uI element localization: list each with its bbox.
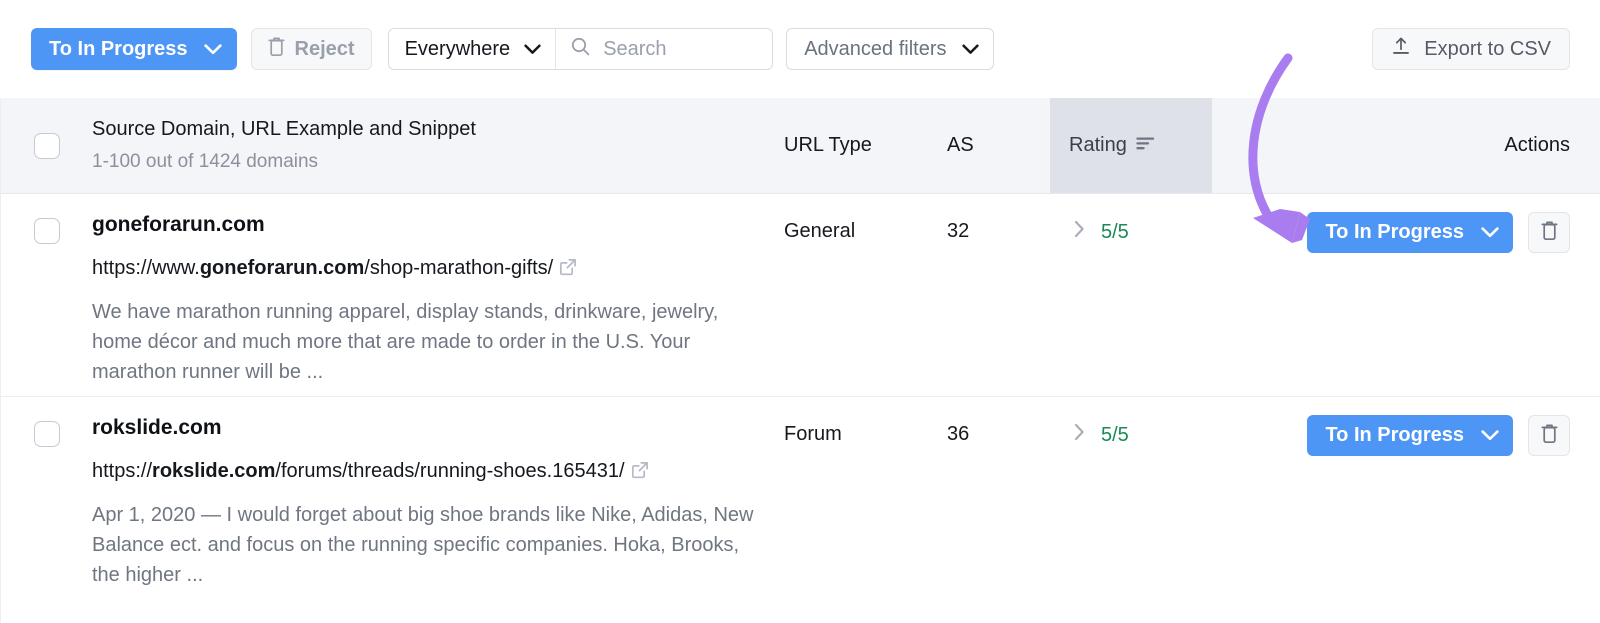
row-rating-value: 5/5 <box>1101 221 1129 244</box>
url-domain: goneforarun.com <box>200 257 364 279</box>
header-as[interactable]: AS <box>947 134 1050 157</box>
export-to-csv-label: Export to CSV <box>1424 38 1551 61</box>
row-main-cell: rokslide.com https://rokslide.com/forums… <box>92 397 784 590</box>
chevron-down-icon <box>1481 424 1499 447</box>
upload-icon <box>1391 36 1411 62</box>
row-status-button[interactable]: To In Progress <box>1307 415 1513 456</box>
url-prefix: https:// <box>92 460 152 482</box>
export-to-csv-button[interactable]: Export to CSV <box>1372 28 1570 70</box>
row-actions-cell: To In Progress <box>1212 397 1600 456</box>
external-link-icon[interactable] <box>631 460 649 486</box>
row-actions-cell: To In Progress <box>1212 194 1600 253</box>
url-path: /shop-marathon-gifts/ <box>364 257 553 279</box>
chevron-down-icon <box>204 38 222 61</box>
header-rating[interactable]: Rating <box>1050 98 1212 193</box>
search-input[interactable]: Search <box>556 29 772 69</box>
row-rating-cell: 5/5 <box>1050 397 1212 447</box>
url-prefix: https://www. <box>92 257 200 279</box>
example-url[interactable]: https://www.goneforarun.com/shop-maratho… <box>92 255 764 283</box>
row-as: 32 <box>947 194 1050 243</box>
row-url-type: General <box>784 194 947 243</box>
row-rating-value: 5/5 <box>1101 424 1129 447</box>
url-domain: rokslide.com <box>152 460 275 482</box>
row-status-button[interactable]: To In Progress <box>1307 212 1513 253</box>
source-domain[interactable]: goneforarun.com <box>92 212 764 238</box>
sort-descending-icon <box>1136 134 1155 157</box>
row-main-cell: goneforarun.com https://www.goneforarun.… <box>92 194 784 387</box>
scope-select-value: Everywhere <box>405 38 511 61</box>
source-domain[interactable]: rokslide.com <box>92 415 764 441</box>
chevron-down-icon <box>962 38 979 61</box>
row-status-label: To In Progress <box>1325 424 1464 447</box>
snippet: We have marathon running apparel, displa… <box>92 297 757 387</box>
row-checkbox[interactable] <box>34 218 60 244</box>
header-url-type[interactable]: URL Type <box>784 134 947 157</box>
advanced-filters-button[interactable]: Advanced filters <box>786 28 994 70</box>
table-row: goneforarun.com https://www.goneforarun.… <box>0 194 1600 397</box>
trash-icon <box>268 36 285 63</box>
row-delete-button[interactable] <box>1528 212 1570 253</box>
reject-button[interactable]: Reject <box>251 28 372 70</box>
example-url[interactable]: https://rokslide.com/forums/threads/runn… <box>92 458 764 486</box>
results-table: Source Domain, URL Example and Snippet 1… <box>0 98 1600 623</box>
trash-icon <box>1541 220 1558 246</box>
bulk-to-in-progress-label: To In Progress <box>49 38 188 61</box>
external-link-icon[interactable] <box>559 257 577 283</box>
url-path: /forums/threads/running-shoes.165431/ <box>275 460 624 482</box>
header-rating-label: Rating <box>1069 134 1127 157</box>
advanced-filters-label: Advanced filters <box>804 38 946 61</box>
row-url-type: Forum <box>784 397 947 446</box>
backlink-audit-screen: To In Progress Reject Everywhere <box>0 0 1600 623</box>
chevron-down-icon <box>1481 221 1499 244</box>
scope-and-search-group: Everywhere Search <box>388 28 774 70</box>
reject-label: Reject <box>295 38 355 61</box>
bulk-to-in-progress-button[interactable]: To In Progress <box>31 28 237 70</box>
row-delete-button[interactable] <box>1528 415 1570 456</box>
row-select-cell <box>1 397 92 447</box>
scope-select[interactable]: Everywhere <box>389 29 557 69</box>
search-icon <box>571 37 590 61</box>
table-row: rokslide.com https://rokslide.com/forums… <box>0 397 1600 623</box>
toolbar: To In Progress Reject Everywhere <box>0 0 1600 98</box>
row-checkbox[interactable] <box>34 421 60 447</box>
header-results-count: 1-100 out of 1424 domains <box>92 151 764 174</box>
header-main-cell: Source Domain, URL Example and Snippet 1… <box>92 117 784 174</box>
table-header-row: Source Domain, URL Example and Snippet 1… <box>0 98 1600 194</box>
row-status-label: To In Progress <box>1325 221 1464 244</box>
chevron-right-icon[interactable] <box>1074 220 1085 244</box>
row-as: 36 <box>947 397 1050 446</box>
chevron-down-icon <box>524 38 541 61</box>
trash-icon <box>1541 423 1558 449</box>
row-select-cell <box>1 194 92 244</box>
search-input-placeholder: Search <box>603 38 666 61</box>
row-rating-cell: 5/5 <box>1050 194 1212 244</box>
snippet: Apr 1, 2020 — I would forget about big s… <box>92 500 757 590</box>
select-all-cell <box>1 133 92 159</box>
chevron-right-icon[interactable] <box>1074 423 1085 447</box>
header-main-title: Source Domain, URL Example and Snippet <box>92 117 764 141</box>
header-actions: Actions <box>1212 134 1600 157</box>
select-all-checkbox[interactable] <box>34 133 60 159</box>
